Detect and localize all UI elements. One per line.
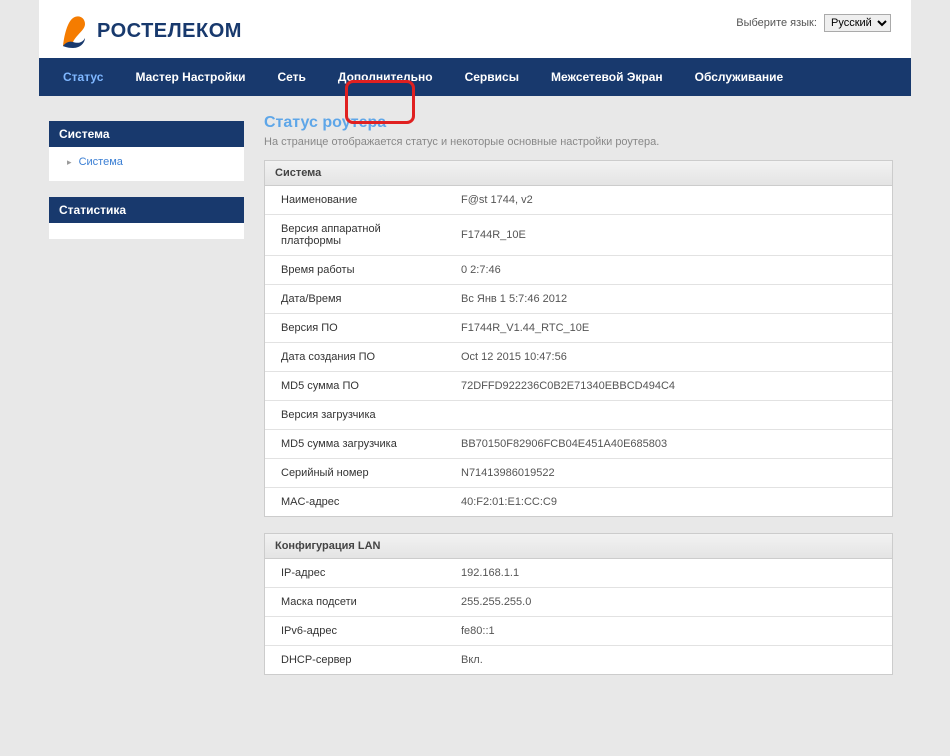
panel_system-label: Наименование [265, 186, 445, 215]
panel_system-label: Версия загрузчика [265, 401, 445, 430]
table-row: DHCP-серверВкл. [265, 646, 892, 675]
table-row: IPv6-адресfe80::1 [265, 617, 892, 646]
panel_lan-label: DHCP-сервер [265, 646, 445, 675]
panel_system-value: 72DFFD922236C0B2E71340EBBCD494C4 [445, 372, 892, 401]
nav-services[interactable]: Сервисы [451, 60, 533, 94]
sidebar-link-system[interactable]: Система [79, 156, 123, 168]
table-row: Дата создания ПОOct 12 2015 10:47:56 [265, 343, 892, 372]
sidebar-group-system[interactable]: Система [49, 121, 244, 147]
lan-info-table: IP-адрес192.168.1.1Маска подсети255.255.… [265, 559, 892, 674]
panel_system-value: F1744R_10E [445, 215, 892, 256]
system-info-table: НаименованиеF@st 1744, v2Версия аппаратн… [265, 186, 892, 516]
panel_system-label: Версия ПО [265, 314, 445, 343]
table-row: MD5 сумма ПО72DFFD922236C0B2E71340EBBCD4… [265, 372, 892, 401]
panel_lan-value: 192.168.1.1 [445, 559, 892, 588]
panel_system-label: Версия аппаратной платформы [265, 215, 445, 256]
nav-status[interactable]: Статус [49, 60, 117, 94]
panel-lan: Конфигурация LAN IP-адрес192.168.1.1Маск… [264, 533, 893, 675]
panel_system-value: F@st 1744, v2 [445, 186, 892, 215]
main-content: Статус роутера На странице отображается … [254, 96, 911, 701]
table-row: Маска подсети255.255.255.0 [265, 588, 892, 617]
panel_system-label: Дата/Время [265, 285, 445, 314]
panel_system-label: Время работы [265, 256, 445, 285]
panel_system-label: MD5 сумма загрузчика [265, 430, 445, 459]
table-row: Версия ПОF1744R_V1.44_RTC_10E [265, 314, 892, 343]
language-label: Выберите язык: [736, 17, 817, 29]
table-row: Время работы0 2:7:46 [265, 256, 892, 285]
panel_lan-value: 255.255.255.0 [445, 588, 892, 617]
table-row: Версия загрузчика [265, 401, 892, 430]
table-row: НаименованиеF@st 1744, v2 [265, 186, 892, 215]
table-row: Серийный номерN71413986019522 [265, 459, 892, 488]
header: Выберите язык: Русский РОСТЕЛЕКОМ [39, 0, 911, 58]
top-nav: Статус Мастер Настройки Сеть Дополнитель… [39, 58, 911, 96]
table-row: MAC-адрес40:F2:01:E1:CC:C9 [265, 488, 892, 517]
panel_system-value: Oct 12 2015 10:47:56 [445, 343, 892, 372]
panel_system-value: 0 2:7:46 [445, 256, 892, 285]
nav-firewall[interactable]: Межсетевой Экран [537, 60, 677, 94]
panel_system-value: Вс Янв 1 5:7:46 2012 [445, 285, 892, 314]
table-row: MD5 сумма загрузчикаBB70150F82906FCB04E4… [265, 430, 892, 459]
page-desc: На странице отображается статус и некото… [264, 136, 893, 148]
language-selector: Выберите язык: Русский [736, 14, 891, 32]
table-row: Версия аппаратной платформыF1744R_10E [265, 215, 892, 256]
table-row: IP-адрес192.168.1.1 [265, 559, 892, 588]
panel_lan-value: Вкл. [445, 646, 892, 675]
sidebar: Система ▸ Система Статистика [39, 96, 254, 701]
language-select[interactable]: Русский [824, 14, 891, 32]
panel_lan-label: Маска подсети [265, 588, 445, 617]
panel_system-value: F1744R_V1.44_RTC_10E [445, 314, 892, 343]
panel_system-label: MD5 сумма ПО [265, 372, 445, 401]
nav-advanced[interactable]: Дополнительно [324, 60, 447, 94]
panel_system-value: 40:F2:01:E1:CC:C9 [445, 488, 892, 517]
nav-maintenance[interactable]: Обслуживание [681, 60, 798, 94]
rostelecom-logo-icon [59, 12, 89, 50]
panel_system-label: Серийный номер [265, 459, 445, 488]
sidebar-group-stats[interactable]: Статистика [49, 197, 244, 223]
panel_system-value: BB70150F82906FCB04E451A40E685803 [445, 430, 892, 459]
sidebar-item-system[interactable]: ▸ Система [49, 153, 244, 171]
panel_lan-value: fe80::1 [445, 617, 892, 646]
panel_system-value: N71413986019522 [445, 459, 892, 488]
logo-text: РОСТЕЛЕКОМ [97, 20, 242, 43]
panel_system-label: Дата создания ПО [265, 343, 445, 372]
panel_system-label: MAC-адрес [265, 488, 445, 517]
panel-system-header: Система [265, 161, 892, 186]
page-title: Статус роутера [264, 114, 893, 132]
panel_lan-label: IP-адрес [265, 559, 445, 588]
panel_system-value [445, 401, 892, 430]
panel_lan-label: IPv6-адрес [265, 617, 445, 646]
panel-lan-header: Конфигурация LAN [265, 534, 892, 559]
nav-network[interactable]: Сеть [263, 60, 319, 94]
bullet-icon: ▸ [67, 157, 72, 167]
panel-system: Система НаименованиеF@st 1744, v2Версия … [264, 160, 893, 517]
table-row: Дата/ВремяВс Янв 1 5:7:46 2012 [265, 285, 892, 314]
nav-wizard[interactable]: Мастер Настройки [121, 60, 259, 94]
